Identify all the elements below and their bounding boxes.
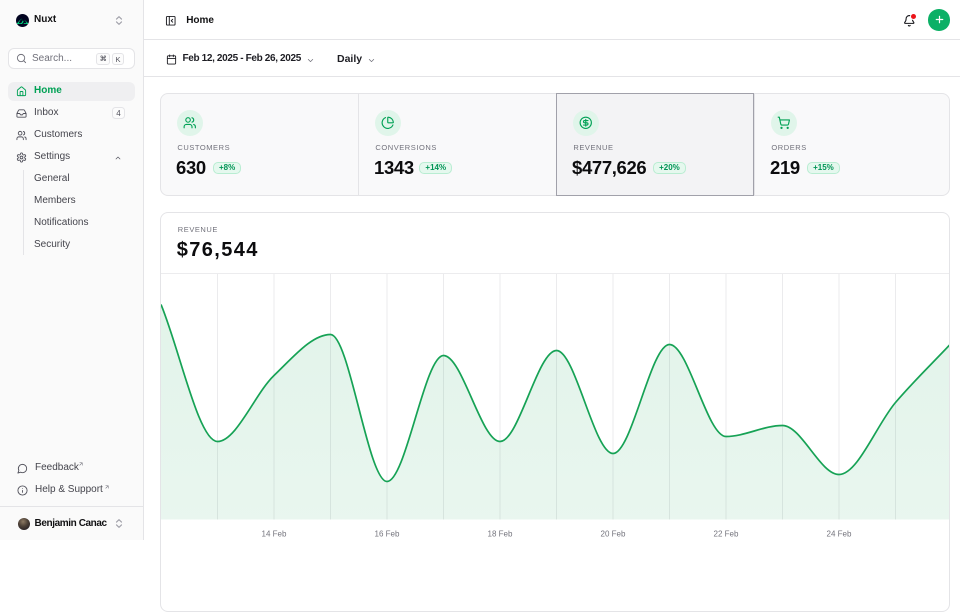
svg-text:22 Feb: 22 Feb <box>713 529 738 538</box>
svg-text:18 Feb: 18 Feb <box>487 529 512 538</box>
svg-text:14 Feb: 14 Feb <box>261 529 286 538</box>
svg-text:16 Feb: 16 Feb <box>374 529 399 538</box>
svg-text:24 Feb: 24 Feb <box>826 529 851 538</box>
svg-text:20 Feb: 20 Feb <box>600 529 625 538</box>
